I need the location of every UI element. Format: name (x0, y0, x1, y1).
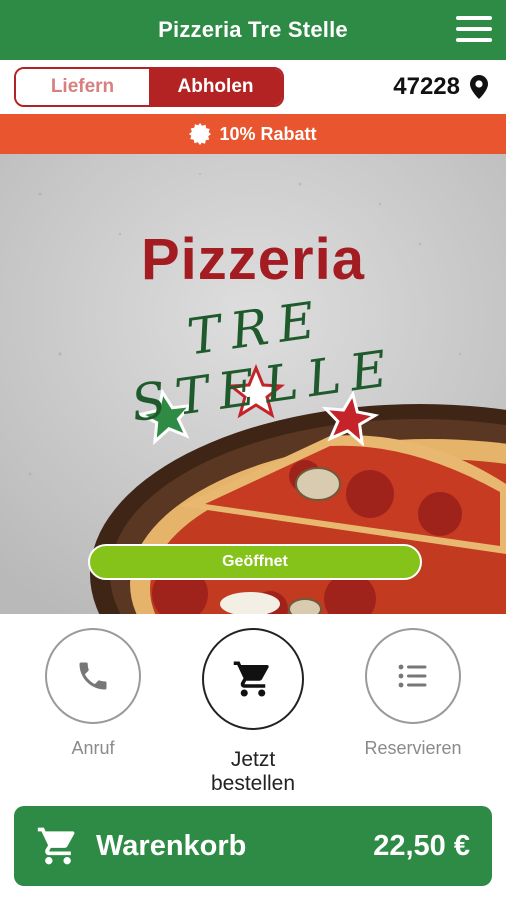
location-pin-icon (470, 75, 488, 99)
cart-label: Warenkorb (96, 829, 247, 862)
reserve-button[interactable] (365, 628, 461, 724)
reserve-action[interactable]: Reservieren (353, 628, 473, 759)
app-bar: Pizzeria Tre Stelle (0, 0, 506, 60)
mode-bar: Liefern Abholen 47228 (0, 60, 506, 114)
app-title: Pizzeria Tre Stelle (158, 17, 348, 42)
liefern-option[interactable]: Liefern (16, 69, 149, 105)
call-button[interactable] (45, 628, 141, 724)
cart-icon (233, 661, 269, 697)
location-selector[interactable]: 47228 (393, 73, 488, 100)
order-action[interactable]: Jetzt bestellen (193, 628, 313, 796)
menu-icon[interactable] (454, 14, 494, 44)
abholen-option[interactable]: Abholen (149, 69, 282, 105)
action-row: Anruf Jetzt bestellen Reservieren (0, 614, 506, 796)
phone-icon (79, 662, 107, 690)
call-action[interactable]: Anruf (33, 628, 153, 759)
cart-button[interactable]: Warenkorb 22,50 € (14, 806, 492, 886)
list-icon (398, 664, 427, 688)
delivery-mode-toggle: Liefern Abholen (14, 67, 284, 107)
order-button[interactable] (202, 628, 304, 730)
reserve-label: Reservieren (364, 738, 462, 758)
discount-banner[interactable]: 10% Rabatt (0, 114, 506, 154)
open-status-badge: Geöffnet (88, 544, 422, 580)
zip-code: 47228 (393, 73, 460, 100)
cart-icon (37, 827, 75, 865)
hero-image: Pizzeria TRE STELLE Geöffnet (0, 154, 506, 614)
cart-total: 22,50 € (373, 829, 470, 862)
order-label: Jetzt bestellen (210, 748, 296, 795)
call-label: Anruf (71, 738, 115, 758)
discount-text: 10% Rabatt (219, 123, 317, 144)
badge-icon (189, 123, 212, 145)
